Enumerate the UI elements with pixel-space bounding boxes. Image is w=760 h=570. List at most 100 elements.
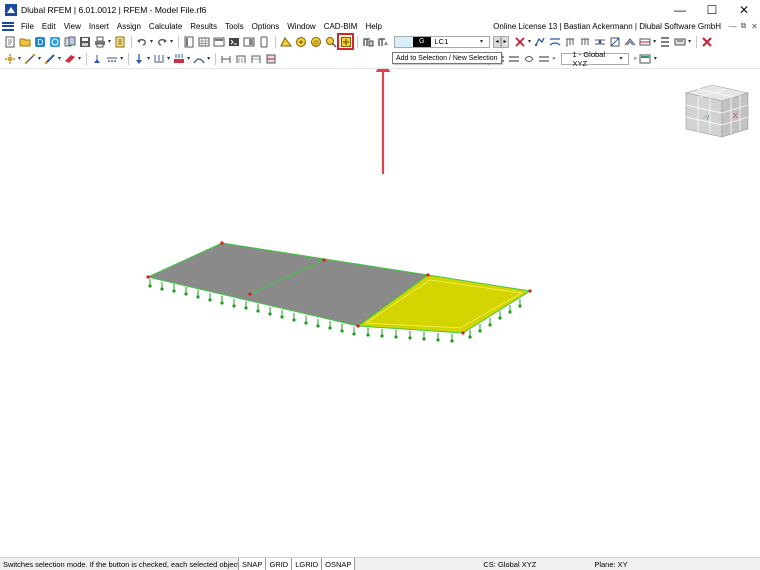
model-viewport[interactable]: -Y X	[0, 54, 760, 557]
redo-dropdown-icon[interactable]: ▾	[170, 38, 173, 45]
minimize-button[interactable]: —	[664, 0, 696, 19]
select-objects-icon[interactable]	[324, 35, 337, 48]
line-load-icon[interactable]	[152, 52, 165, 65]
node-dropdown-icon[interactable]: ▾	[18, 55, 21, 62]
guide-lines-icon[interactable]	[249, 52, 262, 65]
result-display-icon[interactable]	[513, 35, 526, 48]
print-graphic-icon[interactable]	[673, 35, 686, 48]
work-plane-status[interactable]: Plane: XY	[594, 560, 627, 569]
load-dropdown-icon[interactable]: ▾	[147, 55, 150, 62]
undo-icon[interactable]	[135, 35, 148, 48]
menu-options[interactable]: Options	[248, 22, 284, 31]
properties-panel-icon[interactable]	[212, 35, 225, 48]
diagrams-dropdown-icon[interactable]: ▾	[653, 38, 656, 45]
redo-icon[interactable]	[155, 35, 168, 48]
view-options-icon[interactable]	[639, 52, 652, 65]
menu-cad-bim[interactable]: CAD-BIM	[320, 22, 362, 31]
maximize-button[interactable]: ☐	[696, 0, 728, 19]
line-load-dropdown-icon[interactable]: ▾	[167, 55, 170, 62]
overflow-chevron-icon[interactable]: »	[633, 56, 636, 62]
support-reactions-icon[interactable]	[563, 35, 576, 48]
model-data-icon[interactable]	[279, 35, 292, 48]
rotate-view-icon[interactable]	[522, 52, 535, 65]
chevron-down-icon[interactable]: ▾	[619, 55, 628, 62]
align-vertical-icon[interactable]	[507, 52, 520, 65]
menu-view[interactable]: View	[60, 22, 85, 31]
doc-restore-button[interactable]: ⧉	[738, 21, 749, 31]
printout-report-button[interactable]	[113, 35, 126, 48]
calculate-to-icon[interactable]	[376, 35, 389, 48]
menu-tools[interactable]: Tools	[221, 22, 248, 31]
lines-results-icon[interactable]	[578, 35, 591, 48]
deformation-icon[interactable]	[548, 35, 561, 48]
snap-toggle[interactable]: SNAP	[238, 557, 266, 570]
next-load-case-icon[interactable]: ▸	[501, 35, 510, 48]
load-case-selector[interactable]: G LC1 ▾	[394, 35, 491, 48]
imperfection-dropdown-icon[interactable]: ▾	[207, 55, 210, 62]
save-button[interactable]	[78, 35, 91, 48]
menu-calculate[interactable]: Calculate	[145, 22, 186, 31]
osnap-toggle[interactable]: OSNAP	[321, 557, 356, 570]
animation-icon[interactable]	[658, 35, 671, 48]
graphic-dropdown-icon[interactable]: ▾	[688, 38, 691, 45]
menu-edit[interactable]: Edit	[38, 22, 60, 31]
more-tools-icon[interactable]: »	[552, 56, 555, 62]
view-mode-icon[interactable]	[537, 52, 550, 65]
menu-assign[interactable]: Assign	[113, 22, 145, 31]
menu-window[interactable]: Window	[283, 22, 319, 31]
line-support-icon[interactable]	[105, 52, 118, 65]
surface-dropdown-icon[interactable]: ▾	[78, 55, 81, 62]
chevron-down-icon[interactable]: ▾	[480, 38, 489, 45]
surface-load-dropdown-icon[interactable]: ▾	[187, 55, 190, 62]
model-canvas[interactable]: -Y X	[0, 54, 760, 557]
result-dropdown-icon[interactable]: ▾	[528, 38, 531, 45]
display-panel-icon[interactable]	[242, 35, 255, 48]
copy-model-button[interactable]	[63, 35, 76, 48]
new-line-icon[interactable]	[23, 52, 36, 65]
print-button[interactable]	[93, 35, 106, 48]
calculate-all-icon[interactable]	[361, 35, 374, 48]
previous-load-case-icon[interactable]: ◂	[493, 35, 502, 48]
view-options-dropdown-icon[interactable]: ▾	[654, 55, 657, 62]
iso-lines-icon[interactable]	[623, 35, 636, 48]
dimension-icon[interactable]	[219, 52, 232, 65]
coordinate-system-selector[interactable]: 1 - Global XYZ ▾	[561, 50, 630, 68]
doc-minimize-button[interactable]: —	[727, 22, 738, 31]
search-objects-icon[interactable]: @	[309, 35, 322, 48]
surface-load-icon[interactable]	[172, 52, 185, 65]
clipping-plane-icon[interactable]	[264, 52, 277, 65]
line-dropdown-icon[interactable]: ▾	[38, 55, 41, 62]
support-dropdown-icon[interactable]: ▾	[120, 55, 123, 62]
dlubal-center-button[interactable]: D	[33, 35, 46, 48]
menu-insert[interactable]: Insert	[85, 22, 113, 31]
nodal-load-icon[interactable]	[132, 52, 145, 65]
coordinate-system-status[interactable]: CS: Global XYZ	[483, 560, 536, 569]
close-button[interactable]: ✕	[728, 0, 760, 19]
surface-results-icon[interactable]	[593, 35, 606, 48]
undo-dropdown-icon[interactable]: ▾	[150, 38, 153, 45]
webservice-button[interactable]	[48, 35, 61, 48]
new-surface-icon[interactable]	[63, 52, 76, 65]
member-dropdown-icon[interactable]: ▾	[58, 55, 61, 62]
result-values-icon[interactable]	[533, 35, 546, 48]
navigator-panel-icon[interactable]	[182, 35, 195, 48]
console-icon[interactable]	[227, 35, 240, 48]
menu-file[interactable]: File	[17, 22, 38, 31]
add-to-selection-button[interactable]	[337, 33, 355, 50]
grid-points-icon[interactable]	[234, 52, 247, 65]
tables-panel-icon[interactable]	[197, 35, 210, 48]
grid-toggle[interactable]: GRID	[265, 557, 292, 570]
block-manager-icon[interactable]	[294, 35, 307, 48]
imperfection-icon[interactable]	[192, 52, 205, 65]
lgrid-toggle[interactable]: LGRID	[291, 557, 322, 570]
menu-help[interactable]: Help	[361, 22, 385, 31]
print-dropdown-icon[interactable]: ▾	[108, 38, 111, 45]
nodal-support-icon[interactable]	[90, 52, 103, 65]
doc-close-button[interactable]: ✕	[749, 22, 760, 31]
menu-results[interactable]: Results	[186, 22, 221, 31]
mobile-view-icon[interactable]	[257, 35, 270, 48]
section-results-icon[interactable]	[608, 35, 621, 48]
dlubal-menu-icon[interactable]	[2, 21, 14, 31]
new-model-button[interactable]	[3, 35, 16, 48]
new-node-icon[interactable]	[3, 52, 16, 65]
